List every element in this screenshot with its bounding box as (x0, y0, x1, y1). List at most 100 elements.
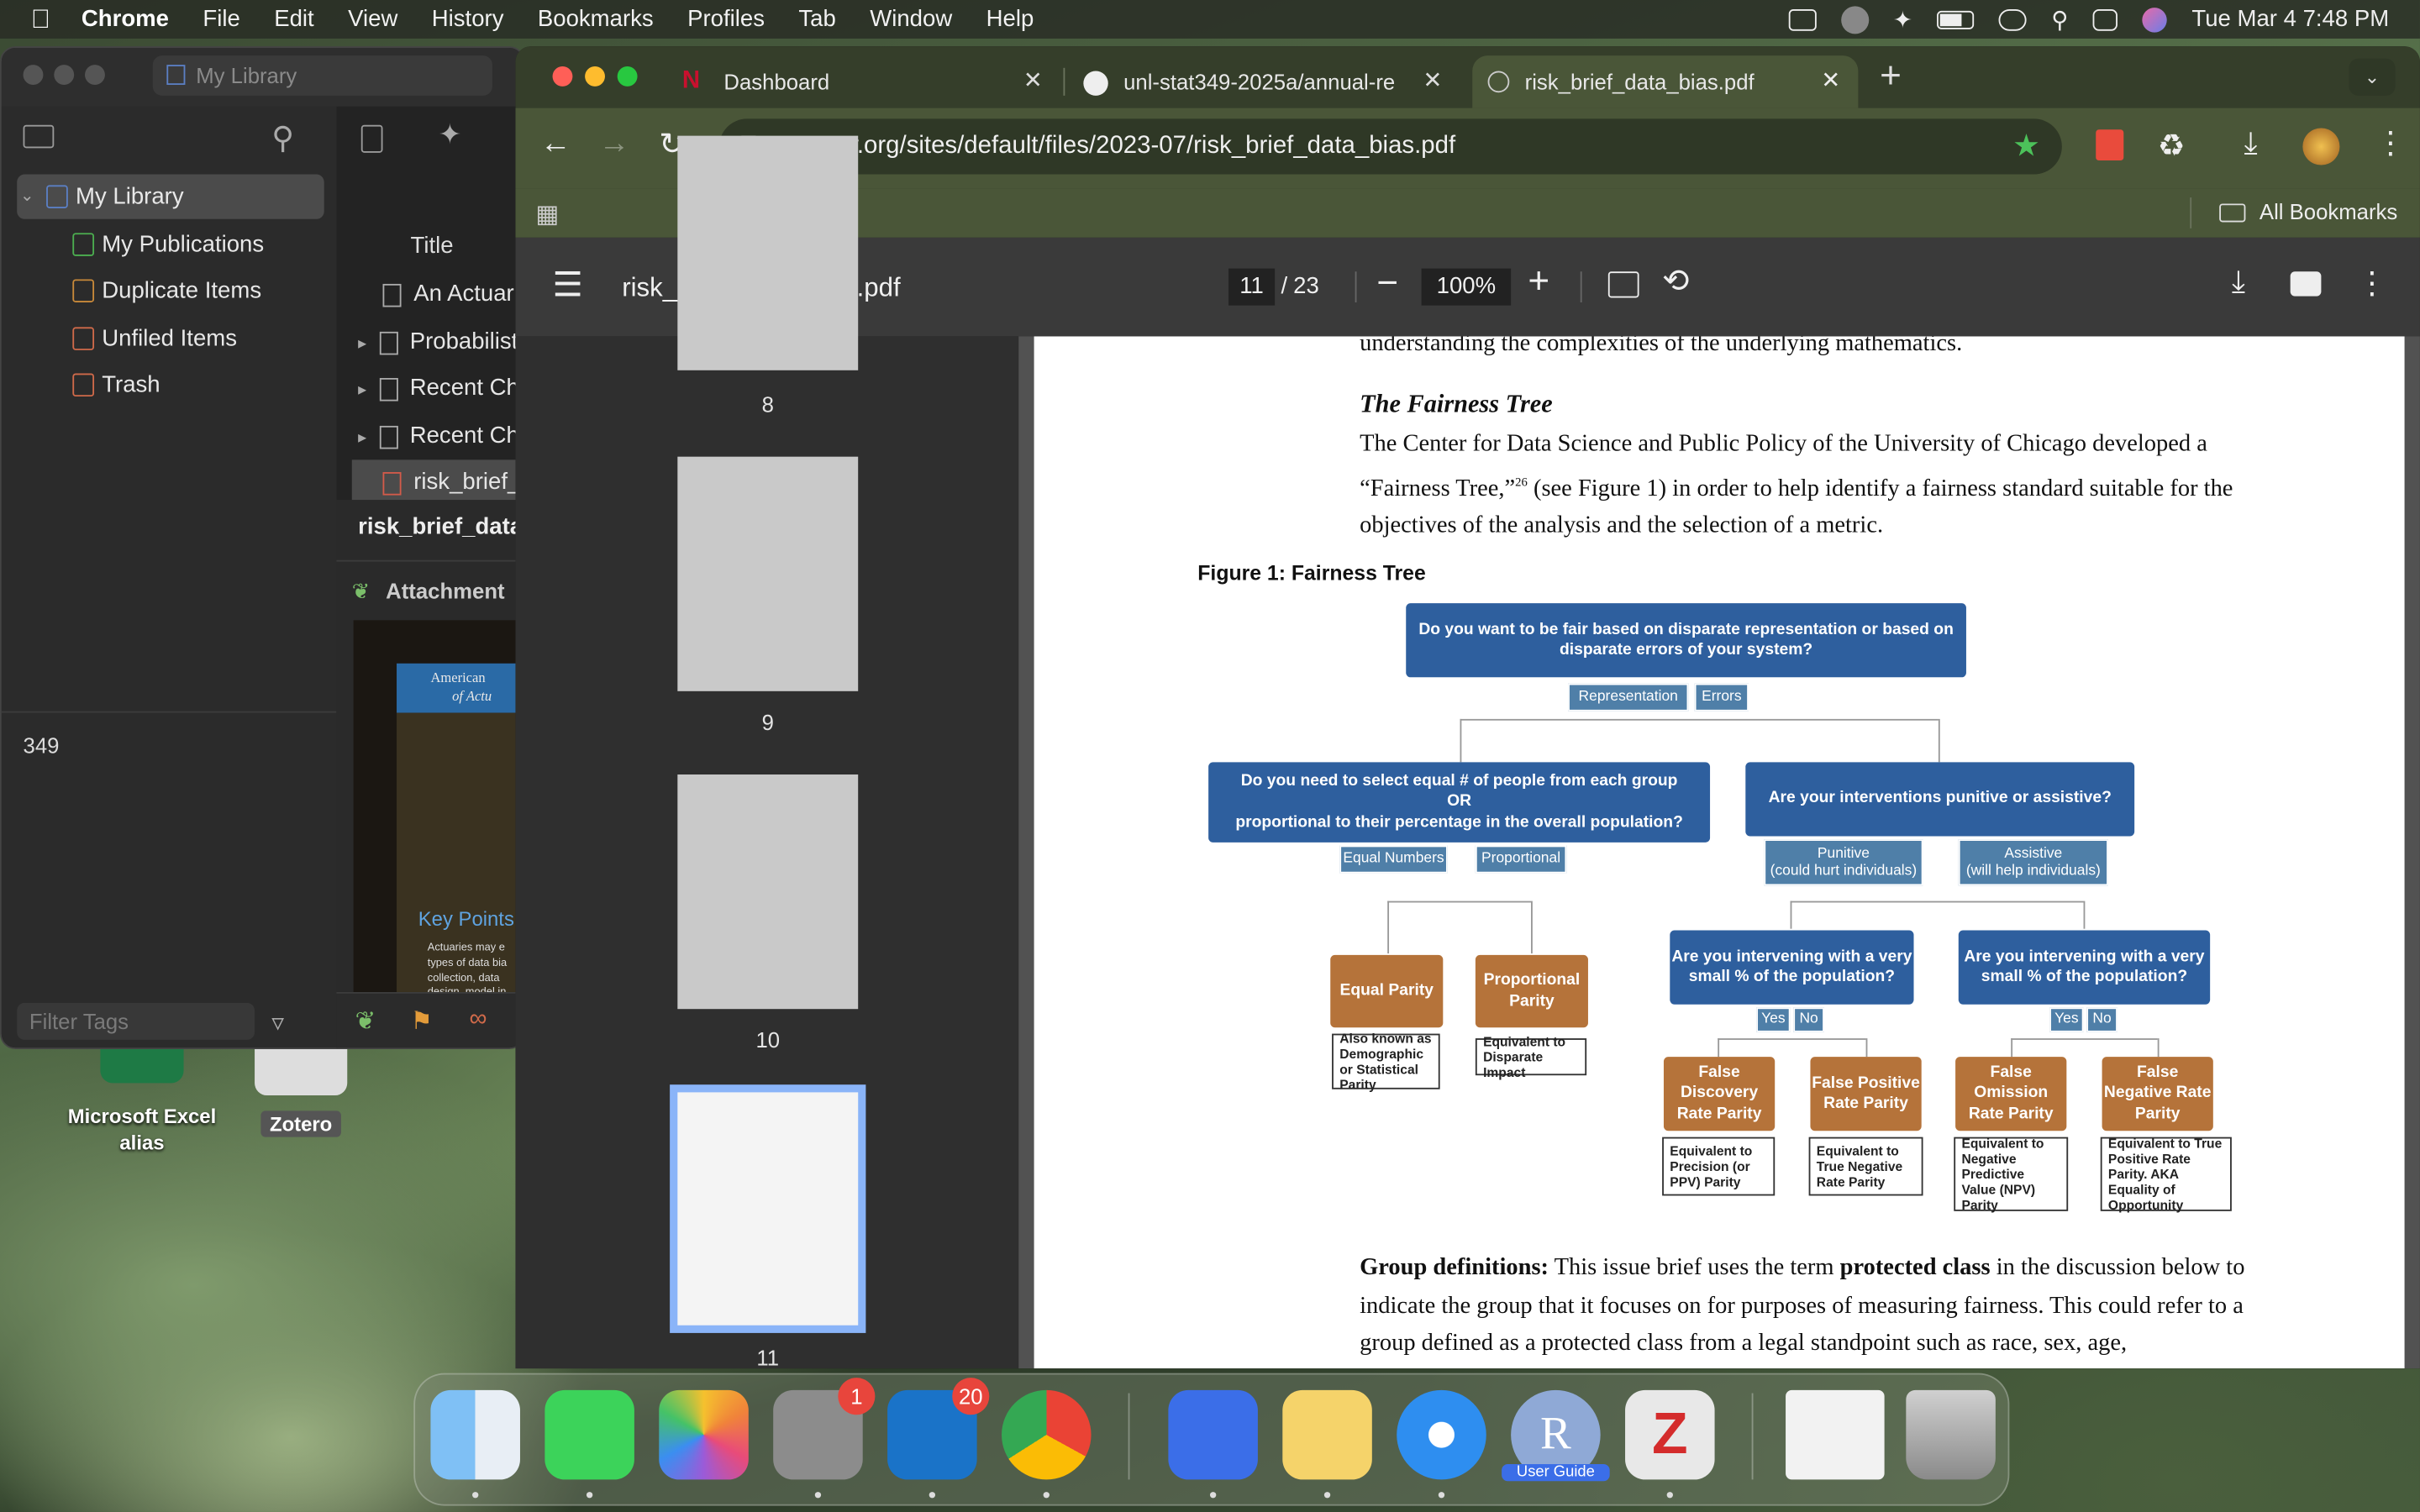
messages-icon[interactable] (544, 1389, 634, 1480)
apple-icon[interactable]:  (31, 4, 50, 35)
chevron-right-icon[interactable]: ▸ (358, 381, 366, 400)
clock[interactable]: Tue Mar 4 7:48 PM (2191, 6, 2389, 32)
fit-page-icon[interactable] (1607, 271, 1639, 298)
download-icon[interactable]: ⤓ (2232, 265, 2245, 301)
control-center-icon[interactable] (2092, 8, 2118, 30)
finder-icon[interactable] (430, 1389, 520, 1480)
more-menu-icon[interactable]: ⋮ (2357, 264, 2388, 302)
more-menu-icon[interactable]: ⋮ (2375, 123, 2407, 162)
thumbnail-page-10[interactable] (677, 774, 859, 1010)
new-collection-icon[interactable] (23, 124, 55, 149)
filter-tags-input[interactable]: Filter Tags (17, 1002, 255, 1040)
extensions-icon[interactable]: ♻ (2158, 127, 2186, 165)
close-window-button[interactable] (23, 65, 44, 86)
library-selector[interactable]: My Library (152, 55, 492, 96)
avatar[interactable] (2302, 128, 2340, 165)
system-settings-icon[interactable]: 1 (773, 1378, 876, 1480)
all-bookmarks-button[interactable]: All Bookmarks (2260, 199, 2397, 223)
collection-trash[interactable]: Trash (17, 363, 324, 407)
related-icon[interactable]: ∞ (469, 1006, 487, 1034)
attachment-icon[interactable]: ❦ (355, 1006, 376, 1037)
thumbnail-page-8[interactable] (677, 135, 859, 370)
tab-dashboard[interactable]: N Dashboard ✕ (670, 55, 1055, 108)
zoom-in-button[interactable]: + (1528, 260, 1549, 303)
tab-github[interactable]: unl-stat349-2025a/annual-re ✕ (1071, 55, 1457, 108)
zoom-out-button[interactable]: − (1376, 262, 1398, 305)
screenshot-icon[interactable] (1787, 8, 1817, 30)
magic-wand-icon[interactable]: ✦ (439, 118, 462, 151)
minimize-window-button[interactable] (54, 65, 75, 86)
menu-view[interactable]: View (348, 6, 397, 32)
zotero-dock-icon[interactable]: Z (1625, 1389, 1715, 1480)
zoom-level-input[interactable]: 100% (1421, 268, 1512, 306)
new-tab-button[interactable]: + (1880, 55, 1902, 98)
menu-window[interactable]: Window (870, 6, 952, 32)
zoom-window-button[interactable] (85, 65, 105, 86)
siri-icon[interactable] (2142, 7, 2168, 32)
search-icon[interactable]: ⚲ (2051, 5, 2068, 33)
collection-duplicate-items[interactable]: Duplicate Items (17, 269, 324, 313)
close-window-button[interactable] (552, 66, 573, 87)
item-row[interactable]: ▸ Recent Ch (352, 413, 523, 459)
menu-file[interactable]: File (203, 6, 239, 32)
filter-icon[interactable]: ▿ (271, 1007, 284, 1038)
print-icon[interactable] (2290, 271, 2322, 297)
apps-grid-icon[interactable]: ▦ (535, 199, 559, 230)
desktop-icon-zotero[interactable]: Zotero (241, 1048, 361, 1139)
outlook-icon[interactable]: 20 (887, 1378, 990, 1480)
collection-unfiled-items[interactable]: Unfiled Items (17, 317, 324, 361)
thumbnail-page-11-selected[interactable] (670, 1084, 866, 1333)
menu-app-chrome[interactable]: Chrome (82, 6, 169, 32)
close-tab-icon[interactable]: ✕ (1821, 55, 1840, 108)
link-icon[interactable] (1998, 8, 2027, 30)
menu-profiles[interactable]: Profiles (687, 6, 765, 32)
page-number-input[interactable]: 11 (1228, 268, 1276, 306)
menu-history[interactable]: History (432, 6, 504, 32)
item-row[interactable]: An Actuari (352, 271, 523, 318)
chevron-right-icon[interactable]: ▸ (358, 429, 366, 448)
tag-item[interactable]: 349 (24, 732, 60, 757)
forward-button[interactable]: → (599, 127, 630, 162)
close-tab-icon[interactable]: ✕ (1023, 55, 1043, 108)
column-title-header[interactable]: Title (411, 233, 454, 259)
search-icon[interactable]: ⚲ (271, 118, 294, 157)
attachment-header[interactable]: Attachment (386, 579, 504, 603)
item-row[interactable]: ▸ Probabilist (352, 319, 523, 365)
trash-icon[interactable] (1906, 1389, 1996, 1480)
pdf-extension-icon[interactable] (2096, 129, 2124, 161)
tab-pdf-active[interactable]: risk_brief_data_bias.pdf ✕ (1472, 55, 1859, 108)
collection-my-publications[interactable]: My Publications (17, 222, 324, 266)
photos-icon[interactable] (659, 1389, 749, 1480)
address-bar[interactable]: actuary.org/sites/default/files/2023-07/… (718, 118, 2062, 175)
close-tab-icon[interactable]: ✕ (1423, 55, 1442, 108)
window-thumbnail-icon[interactable] (1786, 1389, 1885, 1480)
battery-icon[interactable] (1937, 9, 1975, 29)
pencil-app-icon[interactable] (1168, 1389, 1258, 1480)
chrome-icon[interactable] (1002, 1389, 1092, 1480)
chevron-down-icon[interactable]: ⌄ (20, 175, 34, 219)
back-button[interactable]: ← (540, 127, 571, 162)
menu-bookmarks[interactable]: Bookmarks (538, 6, 654, 32)
zoom-window-button[interactable] (617, 66, 638, 87)
desktop-icon-excel[interactable]: Microsoft Excel alias (65, 1048, 219, 1157)
new-item-icon[interactable] (360, 124, 383, 153)
fork-knife-icon[interactable]: ✦ (1893, 5, 1912, 33)
thumbnail-page-9[interactable] (677, 456, 859, 691)
menu-edit[interactable]: Edit (274, 6, 313, 32)
attachment-preview[interactable]: American of Actu Key Points Actuaries may… (353, 620, 523, 1037)
globe-icon[interactable] (1840, 5, 1869, 34)
safari-icon[interactable] (1397, 1389, 1486, 1480)
item-row[interactable]: ▸ Recent Ch (352, 365, 523, 412)
collection-my-library[interactable]: ⌄ My Library (17, 174, 324, 219)
tag-icon[interactable]: ⚑ (411, 1006, 433, 1037)
rotate-icon[interactable]: ⟲ (1662, 262, 1689, 301)
bookmark-star-icon[interactable]: ★ (2012, 118, 2040, 174)
hamburger-menu-icon[interactable]: ☰ (553, 265, 583, 306)
menu-tab[interactable]: Tab (798, 6, 835, 32)
notes-icon[interactable] (1282, 1389, 1372, 1480)
menu-help[interactable]: Help (986, 6, 1034, 32)
minimize-window-button[interactable] (585, 66, 605, 87)
tab-search-button[interactable]: ⌄ (2349, 58, 2396, 96)
chevron-right-icon[interactable]: ▸ (358, 335, 366, 354)
download-icon[interactable]: ⤓ (2244, 127, 2258, 162)
